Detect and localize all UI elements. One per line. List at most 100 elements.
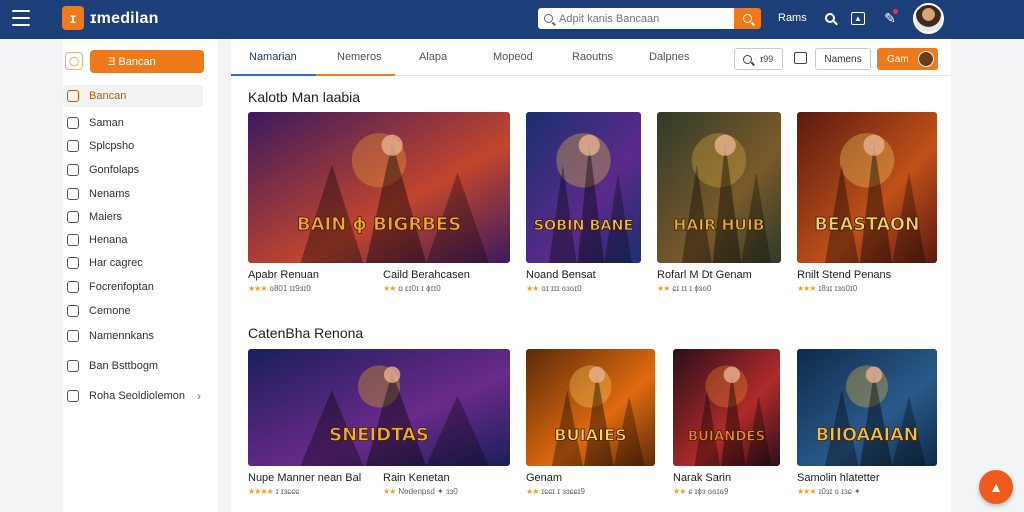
game-rating: ★★ ɢɪ ɪɪɪ ɢɜɢɪ0: [526, 284, 582, 293]
star-icon: ★★: [526, 487, 539, 496]
main-panel: ɪ99 Namens Gam Namarian Nemeros Alapa Mopeo…: [231, 39, 951, 512]
star-icon: ★★★: [248, 284, 267, 293]
header-link[interactable]: Rams: [778, 12, 807, 24]
sidebar-item-3[interactable]: Gonfolaps: [63, 159, 203, 181]
toolbar-action-button[interactable]: Gam: [877, 48, 938, 70]
rating-count: ɪ0ɜɪ ɢ ɪɜɕ ✦: [818, 487, 861, 496]
game-title[interactable]: Rnilt Stend Penans: [797, 269, 891, 281]
nav-icon: [67, 140, 79, 152]
game-title[interactable]: Narak Sarin: [673, 472, 731, 484]
star-icon: ★★★★: [248, 487, 274, 496]
search-input[interactable]: [559, 12, 729, 25]
game-rating: ★★★ ɪ8ɜɪ ɪɜɢ0ɪ0: [797, 284, 857, 293]
toolbar-button[interactable]: Namens: [815, 48, 871, 70]
star-icon: ★★: [657, 284, 670, 293]
user-avatar[interactable]: [913, 3, 944, 34]
nav-icon: [67, 390, 79, 402]
sidebar-item-11[interactable]: Ban Bsttbogm: [63, 355, 203, 377]
nav-icon: [67, 281, 79, 293]
game-title[interactable]: Genam: [526, 472, 562, 484]
game-thumbnail[interactable]: SOBIN BANE: [526, 112, 641, 263]
sidebar-item-label: Henana: [89, 234, 128, 246]
game-rating: ★★ ɕ ɪɸɜ ɢɢɪɢ9: [673, 487, 728, 496]
game-thumbnail[interactable]: HAIR HUIB: [657, 112, 781, 263]
game-thumbnail[interactable]: BIIOAAIAN: [797, 349, 937, 466]
tab-2[interactable]: Alapa: [419, 51, 447, 63]
svg-text:BIIOAAIAN: BIIOAAIAN: [816, 425, 919, 445]
chat-icon[interactable]: ◯: [65, 52, 83, 70]
game-title[interactable]: Caild Berahcasen: [383, 269, 470, 281]
search-button[interactable]: [734, 8, 761, 29]
sidebar-item-label: Har cagrec: [89, 257, 143, 269]
sidebar-item-2[interactable]: Splcpsho: [63, 135, 203, 157]
game-title[interactable]: Samolin hlatetter: [797, 472, 880, 484]
star-icon: ★★★: [797, 284, 816, 293]
sidebar-item-label: Focrenfoptan: [89, 281, 154, 293]
nav-icon: [67, 164, 79, 176]
sidebar-item-5[interactable]: Maiers: [63, 206, 203, 228]
game-rating: ★★ ɑ ɛɪ0ɪ ɪ ɸɪɪ0: [383, 284, 441, 293]
game-rating: ★★ Nodenpsd ✦ ɜɜ0: [383, 487, 458, 496]
menu-icon[interactable]: [12, 10, 30, 26]
game-thumbnail[interactable]: BEASTAON: [797, 112, 937, 263]
game-rating: ★★★ ɪ0ɜɪ ɢ ɪɜɕ ✦: [797, 487, 861, 496]
chat-icon[interactable]: [794, 52, 807, 64]
logo-icon[interactable]: ɪ: [62, 6, 84, 30]
tab-bar: ɪ99 Namens Gam Namarian Nemeros Alapa Mopeo…: [231, 39, 951, 76]
game-rating: ★★★ ɢ801 ɪɪ9ɜɪ0: [248, 284, 311, 293]
sidebar-item-4[interactable]: Nenams: [63, 183, 203, 205]
rating-count: ɪ ɪɜɕɕɕ: [275, 487, 300, 496]
sidebar-item-label: Nenams: [89, 188, 130, 200]
floating-action-button[interactable]: ▲: [979, 470, 1013, 504]
star-icon: ★★: [383, 284, 396, 293]
game-title[interactable]: Rofarl M Dt Genam: [657, 269, 752, 281]
tab-4[interactable]: Raoutns: [572, 51, 613, 63]
sidebar-item-label: Namennkans: [89, 330, 154, 342]
sidebar-item-label: Maiers: [89, 211, 123, 223]
svg-text:BAIN ɸ BIGRBES: BAIN ɸ BIGRBES: [297, 214, 461, 235]
game-thumbnail[interactable]: SNEIDTAS: [248, 349, 510, 466]
sidebar-item-12[interactable]: Roha Seoldiolemon ›: [63, 385, 203, 407]
sidebar-item-label: Saman: [89, 117, 124, 129]
sidebar-item-9[interactable]: Cemone: [63, 300, 203, 322]
rating-count: ɕ ɪɸɜ ɢɢɪɢ9: [688, 487, 729, 496]
sidebar-item-7[interactable]: Har cagrec: [63, 252, 203, 274]
tab-0[interactable]: Namarian: [249, 51, 297, 63]
game-rating: ★★ ɪɕɕɪ ɪ ɜɜɕɕɪ9: [526, 487, 585, 496]
sidebar: ◯ Ǝ Bancan Bancan Saman Splcpsho Gonfolaps N…: [63, 39, 218, 512]
sidebar-cta-button[interactable]: Ǝ Bancan: [90, 50, 204, 73]
game-title[interactable]: Nupe Manner nean Bal: [248, 472, 361, 484]
search-icon[interactable]: [822, 10, 838, 26]
sidebar-item-1[interactable]: Saman: [63, 112, 203, 134]
rating-count: ɢ801 ɪɪ9ɜɪ0: [269, 284, 311, 293]
sidebar-item-10[interactable]: Namennkans: [63, 325, 203, 347]
svg-text:SOBIN BANE: SOBIN BANE: [534, 218, 634, 234]
game-title[interactable]: Rain Kenetan: [383, 472, 450, 484]
sidebar-item-6[interactable]: Henana: [63, 229, 203, 251]
chevron-right-icon[interactable]: ›: [197, 389, 201, 403]
sidebar-item-8[interactable]: Focrenfoptan: [63, 276, 203, 298]
tab-5[interactable]: Dalpnes: [649, 51, 689, 63]
nav-icon: [67, 90, 79, 102]
game-title[interactable]: Apabr Renuan: [248, 269, 319, 281]
game-thumbnail[interactable]: BUIANDES: [673, 349, 780, 466]
star-icon: ★★★: [797, 487, 816, 496]
sidebar-item-0[interactable]: Bancan: [63, 85, 203, 107]
tab-1[interactable]: Nemeros: [337, 51, 382, 63]
tab-3[interactable]: Mopeod: [493, 51, 533, 63]
svg-text:SNEIDTAS: SNEIDTAS: [329, 424, 429, 445]
game-rating: ★★★★ ɪ ɪɜɕɕɕ: [248, 487, 299, 496]
filter-search-button[interactable]: ɪ99: [734, 48, 783, 70]
rating-count: ɢɪ ɪɪɪ ɢɜɢɪ0: [541, 284, 582, 293]
nav-icon: [67, 257, 79, 269]
game-thumbnail[interactable]: BAIN ɸ BIGRBES: [248, 112, 510, 263]
nav-icon: [67, 211, 79, 223]
logo-text[interactable]: ɪmedilan: [90, 10, 159, 28]
game-title[interactable]: Noand Bensat: [526, 269, 596, 281]
search-bar[interactable]: [538, 8, 734, 29]
star-icon: ★★: [673, 487, 686, 496]
star-icon: ★★: [383, 487, 396, 496]
image-icon[interactable]: ▲: [851, 12, 865, 25]
game-rating: ★★ ɕɪ ɪɪ ɪ ɸɜɢ0: [657, 284, 711, 293]
game-thumbnail[interactable]: BUIAIES: [526, 349, 655, 466]
